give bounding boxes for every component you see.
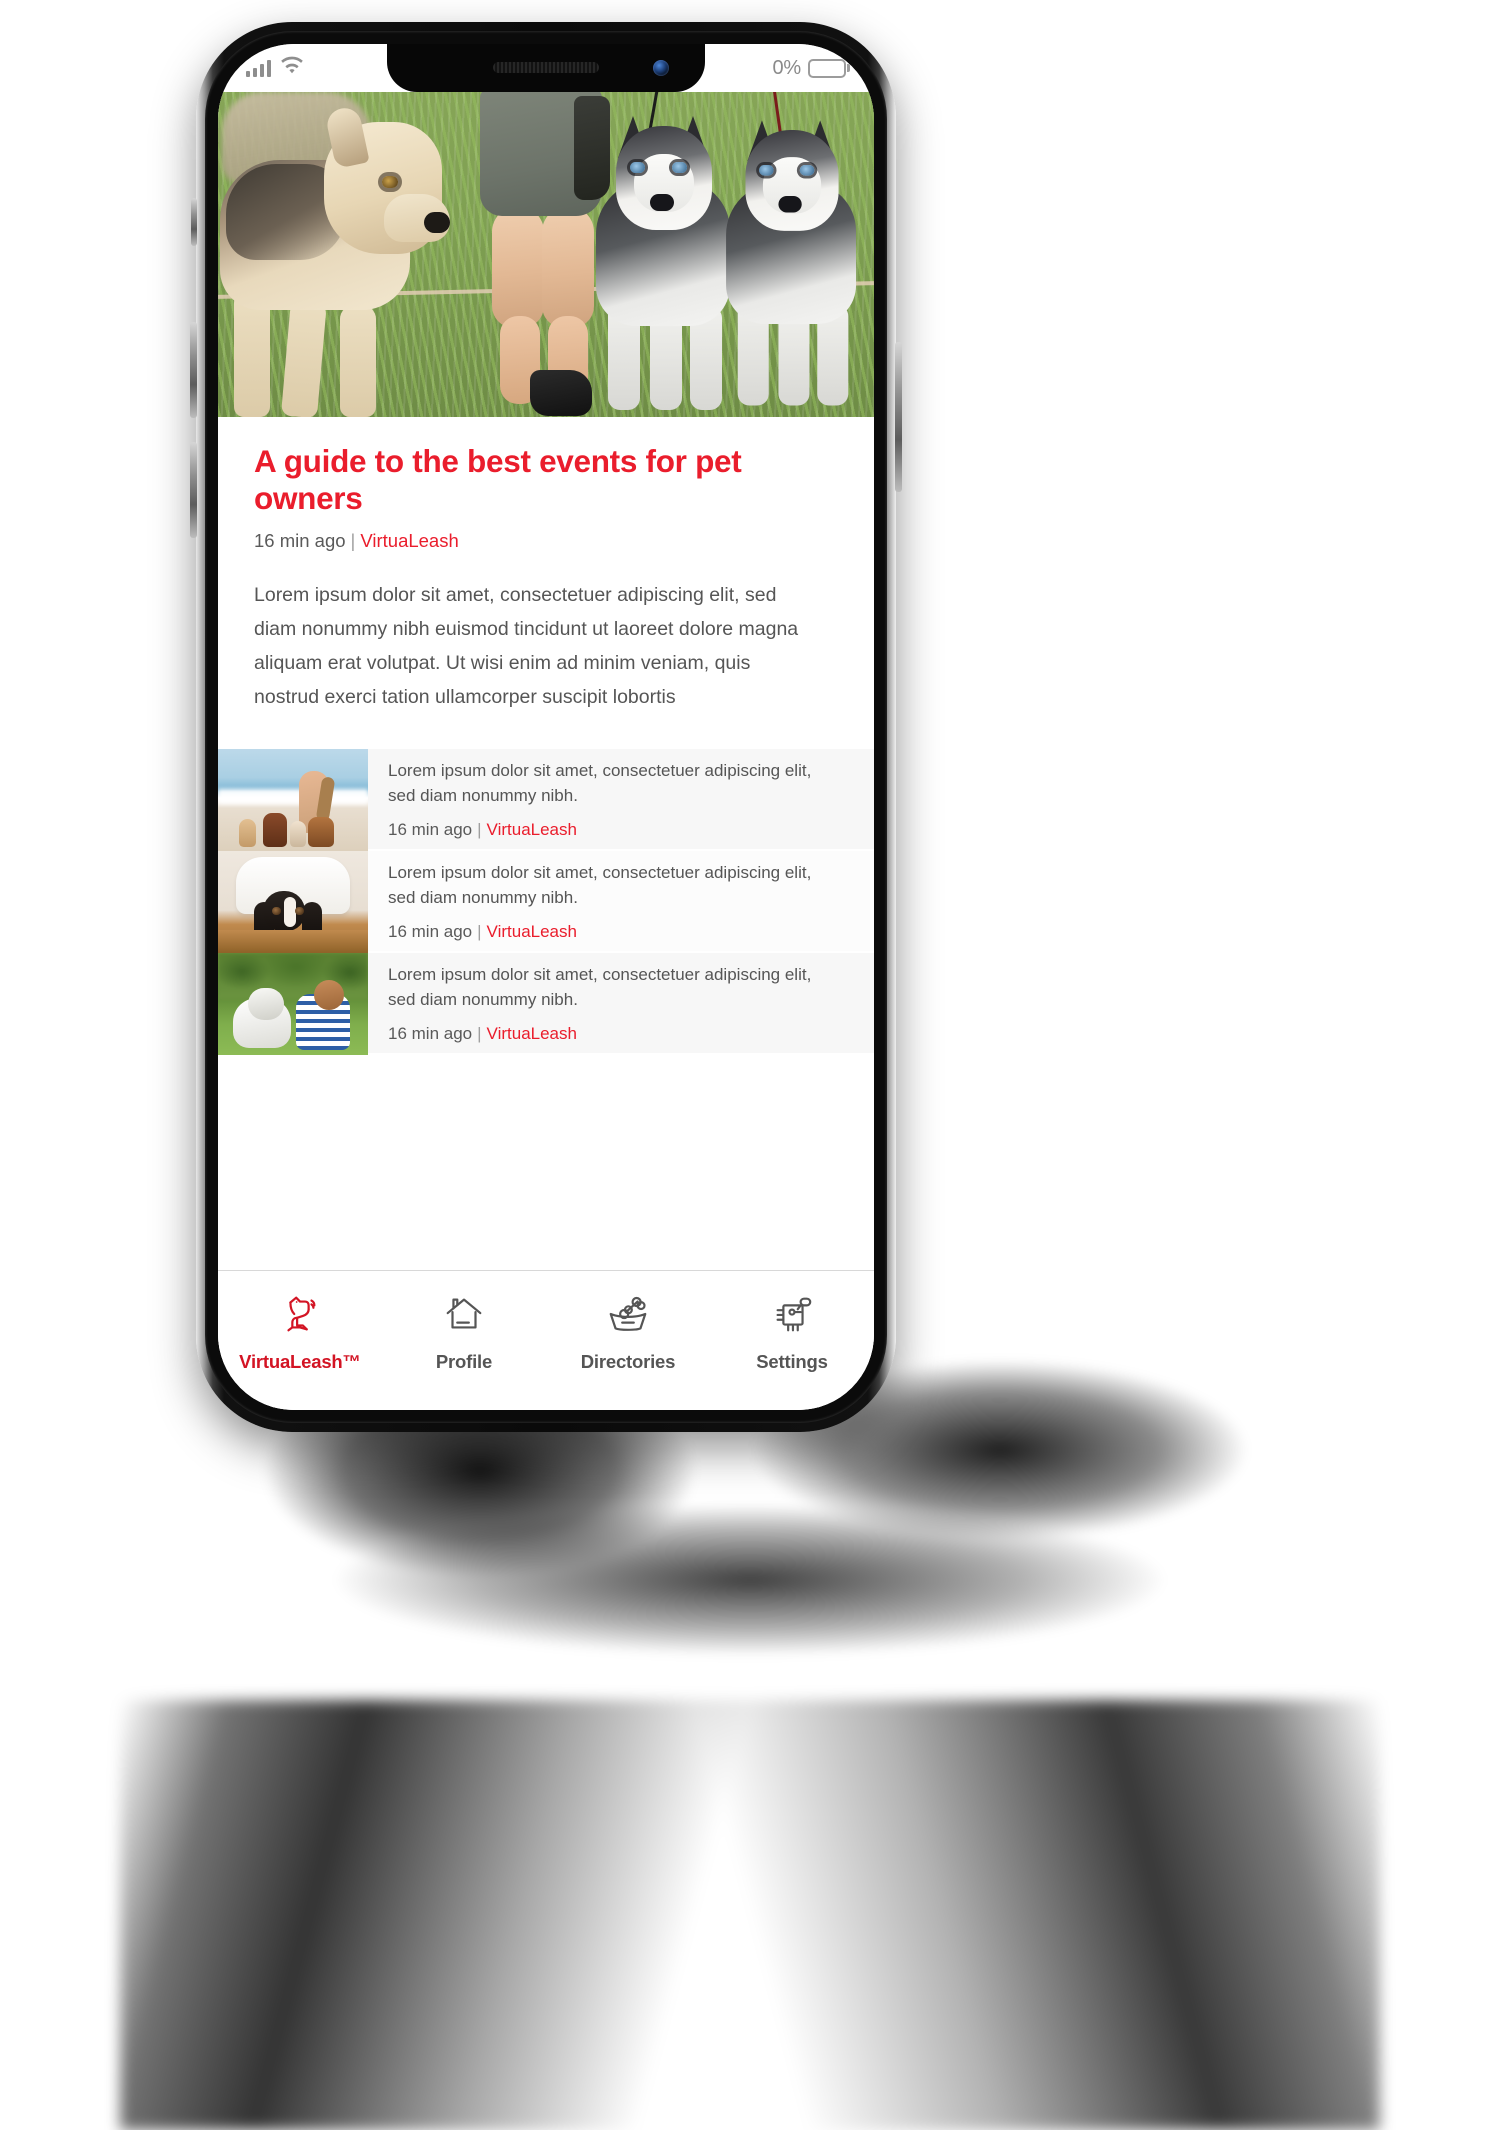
tab-settings[interactable]: Settings — [710, 1291, 874, 1373]
phone-drop-shadow — [150, 1330, 1380, 2020]
tab-directories[interactable]: Directories — [546, 1291, 710, 1373]
list-item[interactable]: Lorem ipsum dolor sit amet, consectetuer… — [218, 952, 874, 1055]
list-item-source[interactable]: VirtuaLeash — [487, 1024, 577, 1043]
hero-husky-dog-1 — [590, 110, 740, 410]
phone-device-frame: A guide to the best events for pet owner… — [190, 22, 902, 1432]
page-title: A guide to the best events for pet owner… — [254, 443, 742, 516]
meta-separator: | — [477, 1023, 482, 1043]
list-thumb-spaniel — [218, 850, 368, 953]
article-meta: 16 min ago | VirtuaLeash — [254, 530, 838, 552]
bottom-tab-bar: VirtuaLeash™ Profile Directories Setting… — [218, 1270, 874, 1410]
app-root: A guide to the best events for pet owner… — [218, 44, 874, 1410]
related-articles-list: Lorem ipsum dolor sit amet, consectetuer… — [218, 748, 874, 1055]
list-item-title: Lorem ipsum dolor sit amet, consectetuer… — [388, 965, 812, 1009]
list-item-title: Lorem ipsum dolor sit amet, consectetuer… — [388, 863, 812, 907]
volume-up-button[interactable] — [190, 322, 197, 418]
featured-article[interactable]: A guide to the best events for pet owner… — [218, 417, 874, 749]
meta-separator: | — [477, 819, 482, 839]
phone-screen: A guide to the best events for pet owner… — [218, 44, 874, 1410]
tab-label: Directories — [580, 1351, 676, 1372]
tab-label: Profile — [435, 1351, 493, 1372]
list-item-source[interactable]: VirtuaLeash — [487, 820, 577, 839]
list-item-timestamp: 16 min ago — [388, 1023, 473, 1043]
article-timestamp: 16 min ago — [254, 530, 346, 552]
list-item-text: Lorem ipsum dolor sit amet, consectetuer… — [388, 749, 834, 849]
earpiece-speaker — [493, 62, 599, 73]
dog-logo-icon — [277, 1291, 323, 1337]
meta-separator: | — [477, 921, 482, 941]
chip-icon — [769, 1291, 815, 1337]
cellular-signal-icon — [246, 59, 271, 77]
tab-label: VirtuaLeash™ — [239, 1351, 361, 1372]
meta-separator: | — [350, 530, 356, 552]
list-item-meta: 16 min ago | VirtuaLeash — [388, 1024, 818, 1044]
article-hero-photo[interactable] — [218, 92, 874, 417]
article-source[interactable]: VirtuaLeash — [360, 530, 458, 551]
tab-label: Settings — [756, 1351, 828, 1372]
power-button[interactable] — [895, 342, 902, 492]
volume-down-button[interactable] — [190, 442, 197, 538]
battery-percent-label: 0% — [772, 56, 801, 79]
content-spacer — [218, 1054, 874, 1270]
list-item-text: Lorem ipsum dolor sit amet, consectetuer… — [388, 953, 834, 1053]
display-notch — [387, 44, 705, 92]
tab-profile[interactable]: Profile — [382, 1291, 546, 1373]
list-item-source[interactable]: VirtuaLeash — [487, 922, 577, 941]
hero-husky-dog-2 — [720, 115, 866, 406]
list-item-text: Lorem ipsum dolor sit amet, consectetuer… — [388, 851, 834, 951]
status-bar-right: 0% — [772, 57, 846, 80]
list-thumb-boy-dog — [218, 952, 368, 1055]
list-thumb-beach — [218, 748, 368, 851]
screenshot-stage: A guide to the best events for pet owner… — [0, 0, 1493, 2130]
list-item-meta: 16 min ago | VirtuaLeash — [388, 820, 818, 840]
phone-drop-shadow-lower — [120, 1700, 1380, 2130]
hero-shepherd-dog — [218, 102, 462, 417]
status-bar-left — [246, 56, 304, 81]
list-item[interactable]: Lorem ipsum dolor sit amet, consectetuer… — [218, 748, 874, 851]
house-icon — [441, 1291, 487, 1337]
list-item-timestamp: 16 min ago — [388, 819, 473, 839]
battery-icon — [808, 58, 846, 78]
list-item-timestamp: 16 min ago — [388, 921, 473, 941]
silent-switch-button[interactable] — [191, 198, 197, 246]
list-item[interactable]: Lorem ipsum dolor sit amet, consectetuer… — [218, 850, 874, 953]
list-item-meta: 16 min ago | VirtuaLeash — [388, 922, 818, 942]
hero-person-walking — [470, 92, 610, 417]
front-camera-icon — [653, 60, 669, 76]
dog-bowl-bone-icon — [605, 1291, 651, 1337]
article-body-text: Lorem ipsum dolor sit amet, consectetuer… — [254, 584, 799, 709]
wifi-icon — [280, 56, 304, 81]
tab-virtualeash[interactable]: VirtuaLeash™ — [218, 1291, 382, 1373]
list-item-title: Lorem ipsum dolor sit amet, consectetuer… — [388, 761, 812, 805]
